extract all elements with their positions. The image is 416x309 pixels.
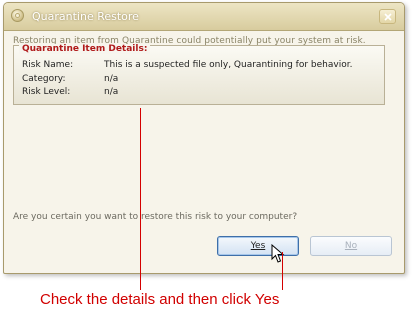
detail-value: This is a suspected file only, Quarantin… [104,60,353,70]
quarantine-item-details: Quarantine Item Details: Risk Name: This… [13,44,385,105]
yes-button[interactable]: Yes [217,236,299,256]
detail-label: Category: [22,74,66,84]
quarantine-icon [11,9,24,22]
close-icon [384,13,392,21]
detail-label: Risk Name: [22,60,74,70]
detail-value: n/a [104,87,119,97]
details-legend: Quarantine Item Details: [19,44,151,54]
detail-label: Risk Level: [22,87,71,97]
window-title: Quarantine Restore [32,10,139,23]
detail-value: n/a [104,74,119,84]
annotation-line [140,108,141,290]
close-button[interactable] [379,9,396,24]
annotation-line [282,252,283,290]
title-bar[interactable]: Quarantine Restore [4,3,404,31]
no-button[interactable]: No [310,236,392,256]
instruction-caption: Check the details and then click Yes [40,291,280,308]
quarantine-restore-dialog: Quarantine Restore Restoring an item fro… [3,2,405,274]
confirm-question: Are you certain you want to restore this… [13,212,298,222]
